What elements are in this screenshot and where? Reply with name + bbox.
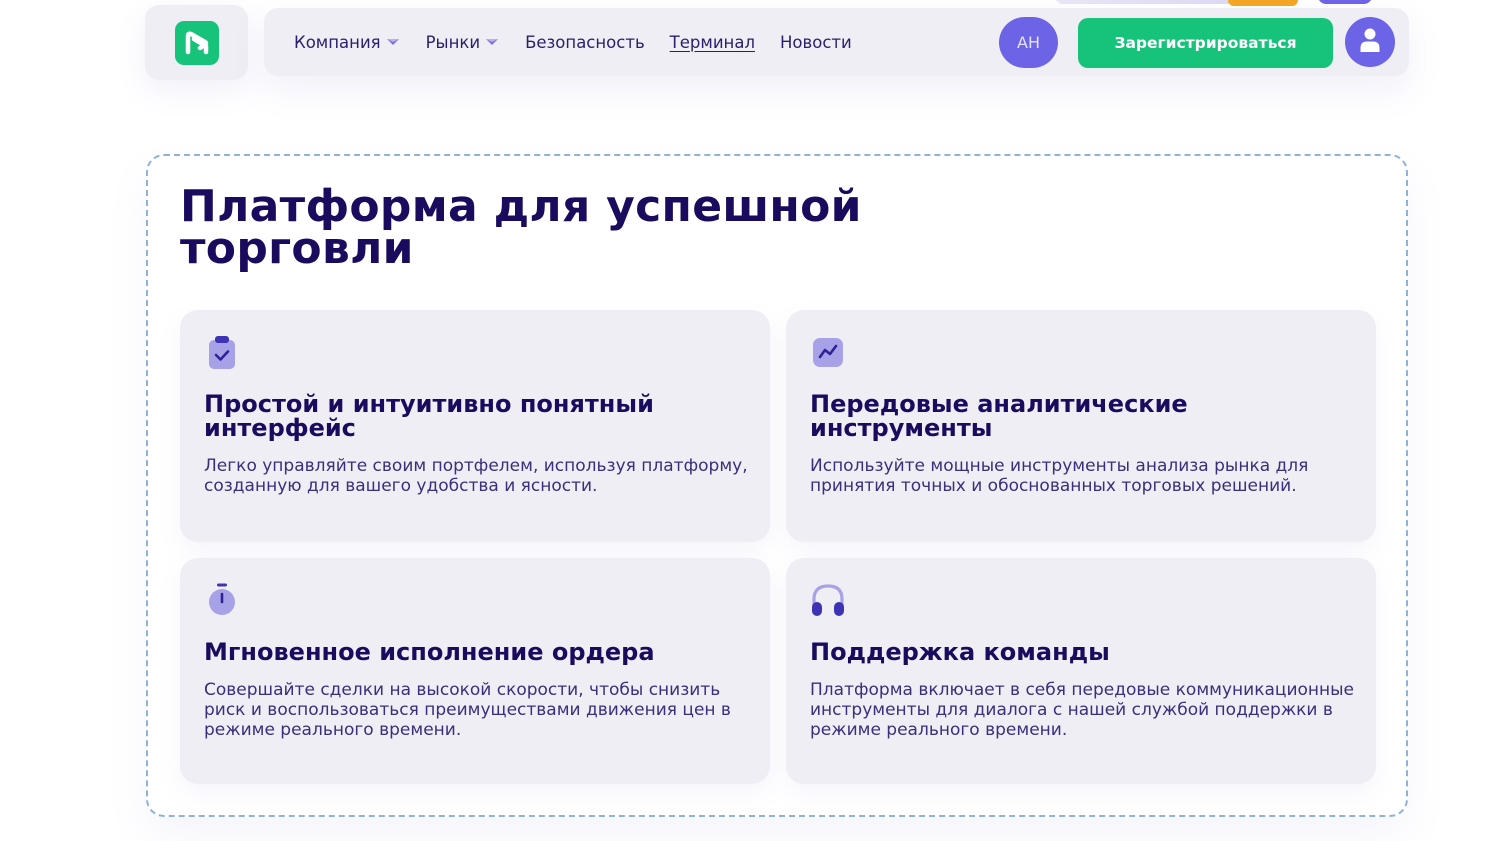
brand-logo-icon <box>174 20 219 65</box>
nav-item-label: Терминал <box>669 32 755 52</box>
user-account-button[interactable] <box>1345 17 1395 67</box>
register-button[interactable]: Зарегистрироваться <box>1078 18 1333 68</box>
chevron-down-icon <box>385 37 401 47</box>
user-icon <box>1359 27 1381 57</box>
headphones-icon <box>810 582 846 618</box>
nav-item-company[interactable]: Компания <box>294 33 401 52</box>
nav-item-markets[interactable]: Рынки <box>426 33 500 52</box>
chart-line-icon <box>810 334 846 370</box>
nav-item-terminal[interactable]: Терминал <box>670 33 755 52</box>
feature-description: Платформа включает в себя передовые комм… <box>810 680 1355 740</box>
page-title: Платформа для успешной торговли <box>180 181 862 274</box>
nav-item-label: Безопасность <box>525 32 645 52</box>
nav-item-label: Новости <box>780 32 852 52</box>
features-panel: Платформа для успешной торговли Простой … <box>146 154 1408 817</box>
chevron-down-icon <box>484 37 500 47</box>
feature-description: Используйте мощные инструменты анализа р… <box>810 456 1309 496</box>
nav-item-security[interactable]: Безопасность <box>525 33 645 52</box>
feature-card-analytics: Передовые аналитические инструменты Испо… <box>786 310 1376 542</box>
nav-item-label: Компания <box>294 32 381 52</box>
clipboard-check-icon <box>204 334 240 370</box>
decorative-orange-shape <box>1228 0 1298 6</box>
stopwatch-icon <box>204 582 240 618</box>
feature-title: Мгновенное исполнение ордера <box>204 638 655 666</box>
feature-title: Поддержка команды <box>810 638 1110 666</box>
home-logo-link[interactable] <box>145 5 248 80</box>
feature-title: Передовые аналитические инструменты <box>810 390 1188 442</box>
feature-description: Совершайте сделки на высокой скорости, ч… <box>204 680 731 740</box>
feature-description: Легко управляйте своим портфелем, исполь… <box>204 456 748 496</box>
language-switch-button[interactable]: AH <box>999 17 1058 68</box>
decorative-purple-shape <box>1318 0 1372 4</box>
top-navigation-bar: Компания Рынки Безопасность Терминал Нов… <box>264 8 1409 76</box>
feature-card-execution: Мгновенное исполнение ордера Совершайте … <box>180 558 770 784</box>
nav-item-label: Рынки <box>425 32 481 52</box>
feature-card-support: Поддержка команды Платформа включает в с… <box>786 558 1376 784</box>
feature-card-interface: Простой и интуитивно понятный интерфейс … <box>180 310 770 542</box>
nav-item-news[interactable]: Новости <box>780 33 852 52</box>
feature-title: Простой и интуитивно понятный интерфейс <box>204 390 654 442</box>
main-nav: Компания Рынки Безопасность Терминал Нов… <box>294 8 877 76</box>
